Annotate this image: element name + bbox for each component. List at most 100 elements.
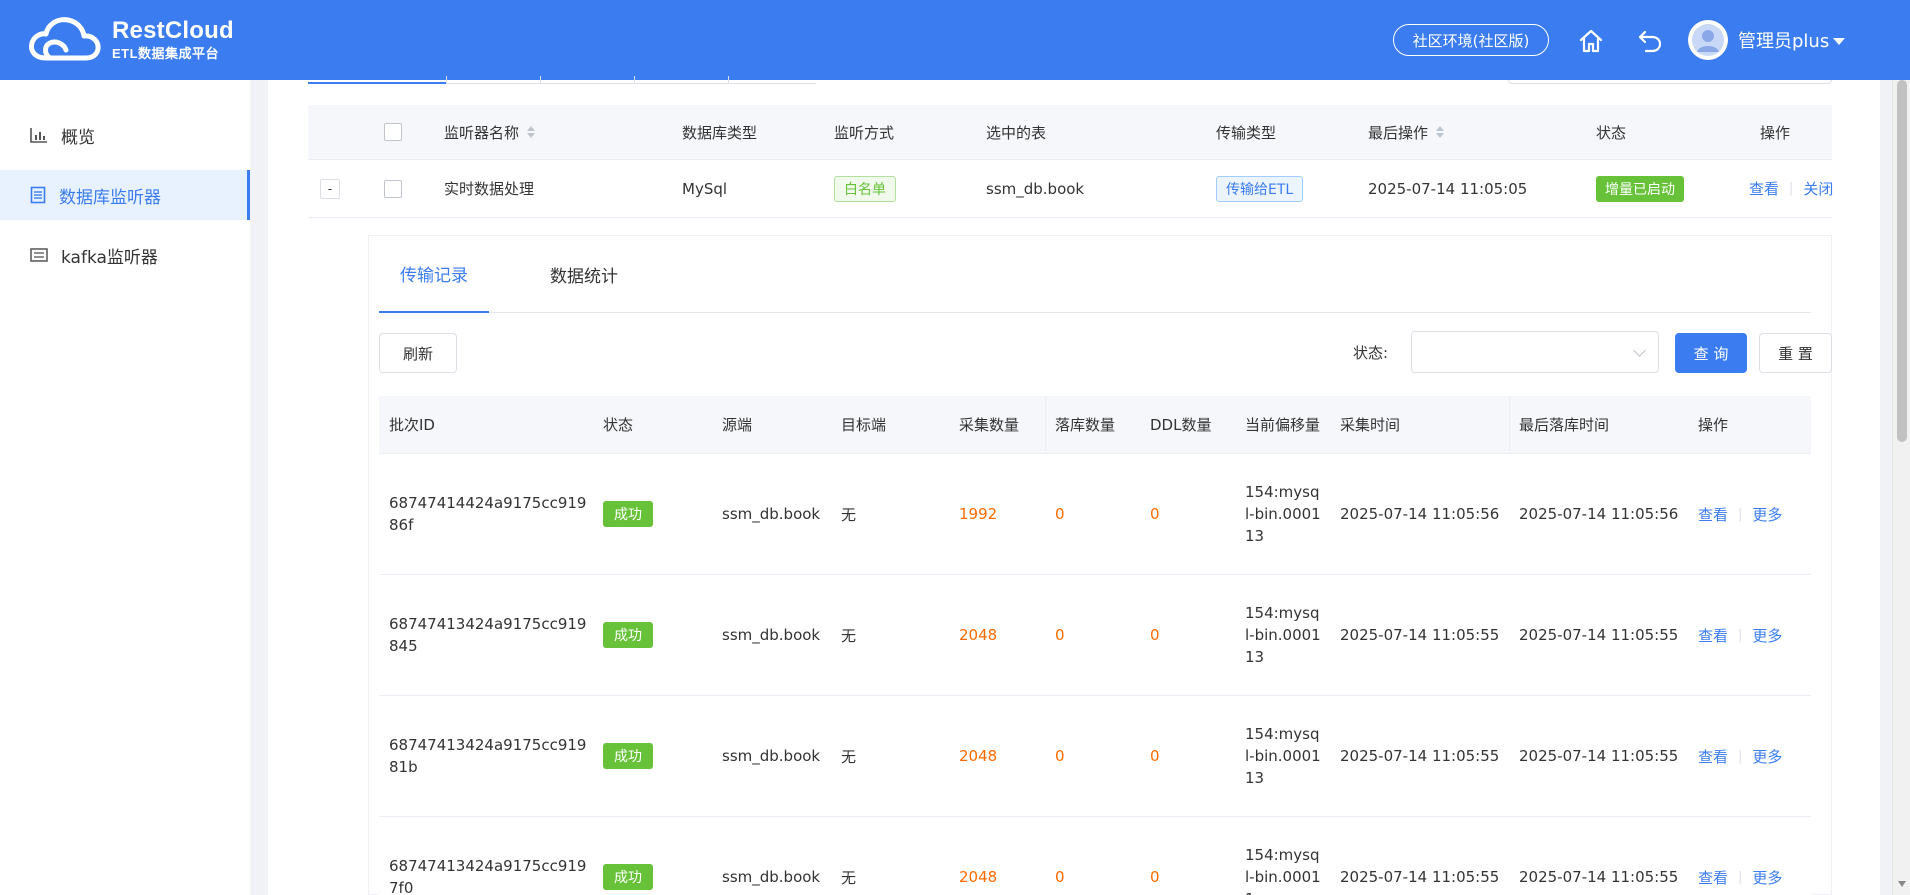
ddl-count: 0 <box>1150 868 1160 886</box>
home-icon[interactable] <box>1578 28 1604 54</box>
collect-time: 2025-07-14 11:05:56 <box>1340 505 1500 523</box>
th-db-type: 数据库类型 <box>682 123 758 142</box>
th-last-op[interactable]: 最后操作 <box>1368 105 1445 159</box>
sort-icon[interactable] <box>1436 126 1445 138</box>
db-type: MySql <box>682 179 728 198</box>
main-content: 监听器名称 数据库类型 监听方式 选中的表 传输类型 最后操作 状态 操作 - … <box>250 76 1892 895</box>
store-time: 2025-07-14 11:05:56 <box>1519 505 1679 523</box>
status-select[interactable] <box>1411 331 1659 373</box>
last-op-time: 2025-07-14 11:05:05 <box>1368 179 1528 198</box>
status-badge: 成功 <box>603 743 653 769</box>
listener-name: 实时数据处理 <box>444 180 535 198</box>
selected-tables: ssm_db.book <box>986 179 1085 198</box>
ddl-count: 0 <box>1150 626 1160 644</box>
sort-icon[interactable] <box>527 126 536 138</box>
status-filter-label: 状态: <box>1353 344 1389 362</box>
logo[interactable]: RestCloud ETL数据集成平台 <box>28 14 234 64</box>
more-link[interactable]: 更多 <box>1752 746 1782 767</box>
th-source: 源端 <box>722 416 753 434</box>
tab-transfer-records[interactable]: 传输记录 <box>379 236 489 313</box>
transfer-type-tag: 传输给ETL <box>1216 175 1304 202</box>
stored-count: 0 <box>1055 626 1065 644</box>
view-link[interactable]: 查看 <box>1749 178 1779 199</box>
ddl-count: 0 <box>1150 747 1160 765</box>
sidebar-item-overview[interactable]: 概览 <box>0 110 250 160</box>
source: ssm_db.book <box>722 505 821 523</box>
kafka-stack-icon <box>30 248 48 262</box>
target: 无 <box>841 747 857 766</box>
th-transfer-type: 传输类型 <box>1216 123 1277 142</box>
listen-mode-tag: 白名单 <box>834 175 896 202</box>
store-time: 2025-07-14 11:05:55 <box>1519 626 1679 644</box>
target: 无 <box>841 868 857 887</box>
divider: | <box>1738 748 1743 764</box>
status-badge: 成功 <box>603 864 653 890</box>
offset: 154:mysql-bin.000113 <box>1245 483 1321 545</box>
expanded-detail: 传输记录 数据统计 刷新 状态: 查 询 重 置 批次ID 状态 源端 目标端 <box>368 235 1832 895</box>
view-link[interactable]: 查看 <box>1698 504 1728 525</box>
target: 无 <box>841 626 857 645</box>
view-link[interactable]: 查看 <box>1698 625 1728 646</box>
collect-time: 2025-07-14 11:05:55 <box>1340 626 1500 644</box>
row-checkbox[interactable] <box>384 179 402 198</box>
table-row: 68747414424a9175cc91986f 成功 ssm_db.book … <box>379 454 1811 575</box>
th-collect-time: 采集时间 <box>1340 416 1401 434</box>
select-all-checkbox[interactable] <box>384 123 402 141</box>
query-button[interactable]: 查 询 <box>1675 333 1747 373</box>
source: ssm_db.book <box>722 626 821 644</box>
content-panel: 监听器名称 数据库类型 监听方式 选中的表 传输类型 最后操作 状态 操作 - … <box>268 76 1880 895</box>
cloud-logo-icon <box>29 17 101 61</box>
th-store-time: 最后落库时间 <box>1519 416 1610 434</box>
th-action: 操作 <box>1698 416 1729 434</box>
stored-count: 0 <box>1055 747 1065 765</box>
table-header: 监听器名称 数据库类型 监听方式 选中的表 传输类型 最后操作 状态 操作 <box>308 105 1832 160</box>
collect-time: 2025-07-14 11:05:55 <box>1340 868 1500 886</box>
close-link[interactable]: 关闭 <box>1803 178 1833 199</box>
th-listen-mode: 监听方式 <box>834 123 895 142</box>
sidebar: 概览 数据库监听器 kafka监听器 <box>0 80 250 895</box>
more-link[interactable]: 更多 <box>1752 625 1782 646</box>
table-row: 68747413424a9175cc9197f0 成功 ssm_db.book … <box>379 817 1811 895</box>
table-header: 批次ID 状态 源端 目标端 采集数量 落库数量 DDL数量 当前偏移量 采集时… <box>379 396 1811 454</box>
avatar[interactable] <box>1688 20 1728 60</box>
batch-id: 68747413424a9175cc919845 <box>389 615 587 655</box>
page-scrollbar[interactable] <box>1892 80 1910 895</box>
stored-count: 0 <box>1055 505 1065 523</box>
sidebar-item-kafka-listener[interactable]: kafka监听器 <box>0 230 250 280</box>
user-name[interactable]: 管理员plus <box>1738 27 1829 53</box>
ddl-count: 0 <box>1150 505 1160 523</box>
sidebar-item-db-listener[interactable]: 数据库监听器 <box>0 170 250 220</box>
sidebar-item-label: 数据库监听器 <box>59 187 161 208</box>
sidebar-item-label: kafka监听器 <box>61 247 158 268</box>
scrollbar-thumb[interactable] <box>1897 80 1907 442</box>
refresh-button[interactable]: 刷新 <box>379 333 457 373</box>
th-collected: 采集数量 <box>959 416 1020 434</box>
collect-time: 2025-07-14 11:05:55 <box>1340 747 1500 765</box>
logo-title: RestCloud <box>112 16 234 44</box>
sidebar-item-label: 概览 <box>61 127 95 148</box>
view-link[interactable]: 查看 <box>1698 746 1728 767</box>
collected-count: 1992 <box>959 505 998 523</box>
more-link[interactable]: 更多 <box>1752 504 1782 525</box>
collapse-row-button[interactable]: - <box>320 178 340 199</box>
th-selected-tables: 选中的表 <box>986 123 1047 142</box>
scroll-down-arrow-icon[interactable] <box>1898 881 1906 887</box>
top-header: RestCloud ETL数据集成平台 社区环境(社区版) 管理员plus <box>0 0 1910 80</box>
table-row: - 实时数据处理 MySql 白名单 ssm_db.book 传输给ETL 20… <box>308 160 1833 218</box>
reset-button[interactable]: 重 置 <box>1759 333 1832 373</box>
store-time: 2025-07-14 11:05:55 <box>1519 868 1679 886</box>
table-row: 68747413424a9175cc91981b 成功 ssm_db.book … <box>379 696 1811 817</box>
collected-count: 2048 <box>959 626 998 644</box>
more-link[interactable]: 更多 <box>1752 867 1782 888</box>
caret-down-icon[interactable] <box>1833 38 1845 45</box>
th-status: 状态 <box>1596 123 1627 142</box>
view-link[interactable]: 查看 <box>1698 867 1728 888</box>
tab-data-stats[interactable]: 数据统计 <box>529 236 639 313</box>
back-icon[interactable] <box>1637 28 1663 54</box>
environment-button[interactable]: 社区环境(社区版) <box>1393 24 1549 56</box>
bar-chart-icon <box>30 128 47 143</box>
target: 无 <box>841 505 857 524</box>
th-offset: 当前偏移量 <box>1245 416 1321 434</box>
th-name[interactable]: 监听器名称 <box>444 105 536 159</box>
top-search-field[interactable] <box>1508 80 1832 84</box>
